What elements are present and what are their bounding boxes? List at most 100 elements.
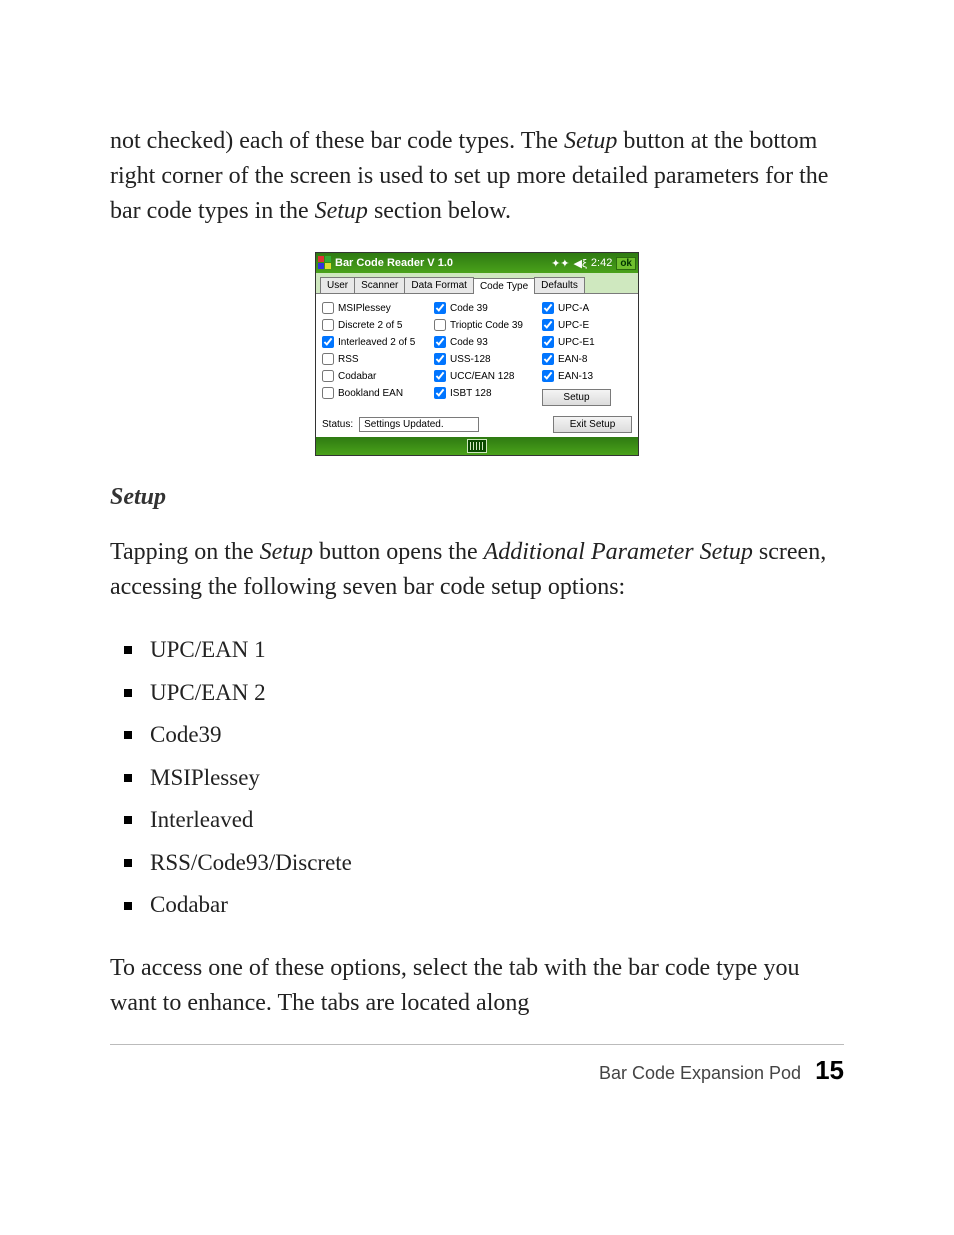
emph-setup: Setup [564,128,617,154]
windows-flag-icon [318,256,332,270]
cb-label: Bookland EAN [338,388,403,399]
cb-trioptic-code39[interactable]: Trioptic Code 39 [434,319,538,331]
cb-label: RSS [338,354,359,365]
tab-scanner[interactable]: Scanner [354,277,405,293]
cb-bookland-ean[interactable]: Bookland EAN [322,387,430,399]
ok-button[interactable]: ok [616,257,636,270]
tab-bar: User Scanner Data Format Code Type Defau… [316,273,638,293]
cb-uss128[interactable]: USS-128 [434,353,538,365]
page-footer: Bar Code Expansion Pod 15 [110,1055,844,1086]
cb-label: Interleaved 2 of 5 [338,337,415,348]
checkbox[interactable] [542,370,554,382]
checkbox[interactable] [434,319,446,331]
tab-user[interactable]: User [320,277,355,293]
document-page: not checked) each of these bar code type… [0,0,954,1235]
code-type-panel: MSIPlessey Discrete 2 of 5 Interleaved 2… [316,293,638,412]
checkbox[interactable] [322,353,334,365]
speaker-icon: ◀ξ [574,257,587,270]
cb-label: EAN-8 [558,354,587,365]
paragraph-tabs-desc: To access one of these options, select t… [110,951,844,1021]
checkbox[interactable] [434,370,446,382]
emph-setup: Setup [315,198,368,224]
cb-code39[interactable]: Code 39 [434,302,538,314]
status-field: Settings Updated. [359,417,479,432]
cb-label: UPC-E1 [558,337,595,348]
cb-label: UCC/EAN 128 [450,371,514,382]
cb-upc-e1[interactable]: UPC-E1 [542,336,632,348]
section-heading-setup: Setup [110,484,844,511]
list-item: Interleaved [110,799,844,842]
checkbox[interactable] [542,319,554,331]
checkbox-column-1: MSIPlessey Discrete 2 of 5 Interleaved 2… [322,302,430,406]
checkbox[interactable] [434,353,446,365]
cb-upc-a[interactable]: UPC-A [542,302,632,314]
signal-icon: ✦✦ [551,257,569,270]
text: section below. [368,198,511,224]
checkbox[interactable] [434,336,446,348]
checkbox[interactable] [434,387,446,399]
cb-upc-e[interactable]: UPC-E [542,319,632,331]
status-row: Status: Settings Updated. Exit Setup [316,412,638,437]
cb-label: Codabar [338,371,376,382]
cb-rss[interactable]: RSS [322,353,430,365]
page-number: 15 [815,1055,844,1086]
cb-label: EAN-13 [558,371,593,382]
cb-code93[interactable]: Code 93 [434,336,538,348]
cb-ucc-ean128[interactable]: UCC/EAN 128 [434,370,538,382]
setup-options-list: UPC/EAN 1 UPC/EAN 2 Code39 MSIPlessey In… [110,629,844,927]
keyboard-icon[interactable] [467,439,487,453]
checkbox-column-2: Code 39 Trioptic Code 39 Code 93 USS-128… [434,302,538,406]
cb-label: Discrete 2 of 5 [338,320,402,331]
list-item: MSIPlessey [110,757,844,800]
cb-label: Code 39 [450,303,488,314]
app-screenshot: Bar Code Reader V 1.0 ✦✦ ◀ξ 2:42 ok User… [315,252,639,456]
titlebar-status: ✦✦ ◀ξ 2:42 ok [551,257,636,270]
clock-time: 2:42 [591,257,612,269]
cb-msiplessey[interactable]: MSIPlessey [322,302,430,314]
list-item: Codabar [110,884,844,927]
checkbox[interactable] [542,353,554,365]
list-item: RSS/Code93/Discrete [110,842,844,885]
tab-data-format[interactable]: Data Format [404,277,474,293]
sip-bar [316,437,638,455]
cb-label: Code 93 [450,337,488,348]
list-item: Code39 [110,714,844,757]
tab-code-type[interactable]: Code Type [473,278,535,294]
paragraph-intro: not checked) each of these bar code type… [110,124,844,228]
text: Tapping on the [110,539,260,565]
paragraph-setup-desc: Tapping on the Setup button opens the Ad… [110,535,844,605]
cb-label: USS-128 [450,354,491,365]
app-title: Bar Code Reader V 1.0 [335,257,551,269]
checkbox[interactable] [322,387,334,399]
checkbox[interactable] [322,302,334,314]
cb-interleaved-2of5[interactable]: Interleaved 2 of 5 [322,336,430,348]
footer-title: Bar Code Expansion Pod [599,1063,801,1084]
cb-label: UPC-E [558,320,589,331]
status-label: Status: [322,419,353,430]
cb-isbt128[interactable]: ISBT 128 [434,387,538,399]
tab-defaults[interactable]: Defaults [534,277,585,293]
text: button opens the [313,539,484,565]
cb-ean13[interactable]: EAN-13 [542,370,632,382]
list-item: UPC/EAN 1 [110,629,844,672]
cb-label: MSIPlessey [338,303,391,314]
checkbox[interactable] [322,319,334,331]
emph-setup: Setup [260,539,313,565]
cb-label: ISBT 128 [450,388,492,399]
cb-label: Trioptic Code 39 [450,320,523,331]
cb-discrete-2of5[interactable]: Discrete 2 of 5 [322,319,430,331]
cb-label: UPC-A [558,303,589,314]
checkbox[interactable] [322,336,334,348]
cb-ean8[interactable]: EAN-8 [542,353,632,365]
setup-button[interactable]: Setup [542,389,611,406]
exit-setup-button[interactable]: Exit Setup [553,416,632,433]
checkbox[interactable] [542,336,554,348]
cb-codabar[interactable]: Codabar [322,370,430,382]
emph-additional-param: Additional Parameter Setup [484,539,753,565]
checkbox-column-3: UPC-A UPC-E UPC-E1 EAN-8 EAN-13 Setup [542,302,632,406]
titlebar: Bar Code Reader V 1.0 ✦✦ ◀ξ 2:42 ok [316,253,638,273]
checkbox[interactable] [434,302,446,314]
checkbox[interactable] [542,302,554,314]
list-item: UPC/EAN 2 [110,672,844,715]
checkbox[interactable] [322,370,334,382]
